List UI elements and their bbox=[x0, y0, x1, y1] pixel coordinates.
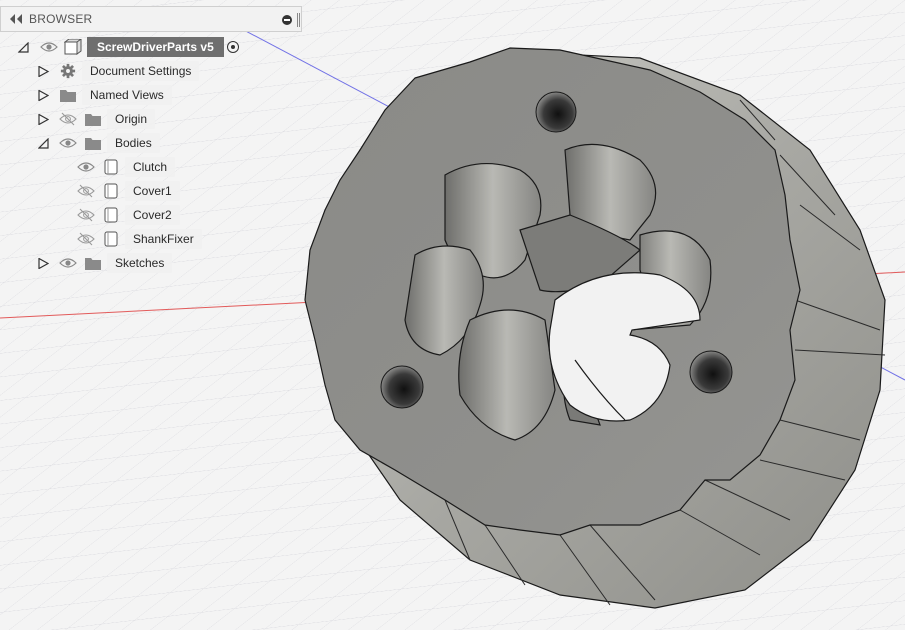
visible-eye-icon[interactable] bbox=[59, 256, 77, 270]
activate-radio-icon[interactable] bbox=[227, 41, 239, 53]
body-icon bbox=[104, 231, 118, 247]
collapsed-triangle-icon[interactable] bbox=[38, 114, 49, 125]
collapse-panel-icon[interactable] bbox=[9, 13, 23, 25]
hidden-eye-icon[interactable] bbox=[77, 208, 95, 222]
folder-icon bbox=[85, 258, 101, 270]
visible-eye-icon[interactable] bbox=[77, 160, 95, 174]
hidden-eye-icon[interactable] bbox=[77, 184, 95, 198]
folder-icon bbox=[85, 114, 101, 126]
tree-item-body-shankfixer[interactable]: ShankFixer bbox=[0, 228, 300, 250]
body-icon bbox=[104, 207, 118, 223]
body-icon bbox=[104, 183, 118, 199]
tree-item-label[interactable]: Sketches bbox=[107, 253, 173, 273]
hidden-eye-icon[interactable] bbox=[59, 112, 77, 126]
tree-item-label[interactable]: Bodies bbox=[107, 133, 160, 153]
expanded-triangle-icon[interactable] bbox=[38, 138, 49, 149]
tree-item-label[interactable]: Document Settings bbox=[82, 61, 200, 81]
tree-root-row[interactable]: ScrewDriverParts v5 bbox=[0, 36, 300, 58]
visible-eye-icon[interactable] bbox=[59, 136, 77, 150]
folder-icon bbox=[60, 90, 76, 102]
panel-grip-icon[interactable] bbox=[297, 13, 300, 27]
tree-item-sketches[interactable]: Sketches bbox=[0, 252, 300, 274]
tree-item-body-cover1[interactable]: Cover1 bbox=[0, 180, 300, 202]
collapsed-triangle-icon[interactable] bbox=[38, 66, 49, 77]
gear-icon bbox=[60, 63, 76, 79]
mounting-hole-top bbox=[535, 91, 577, 133]
tree-item-label[interactable]: Cover2 bbox=[125, 205, 180, 225]
tree-item-origin[interactable]: Origin bbox=[0, 108, 300, 130]
folder-icon bbox=[85, 138, 101, 150]
tree-item-label[interactable]: Cover1 bbox=[125, 181, 180, 201]
tree-item-document-settings[interactable]: Document Settings bbox=[0, 60, 300, 82]
body-icon bbox=[104, 159, 118, 175]
browser-header: BROWSER bbox=[0, 6, 302, 32]
root-label[interactable]: ScrewDriverParts v5 bbox=[87, 37, 224, 57]
tree-item-bodies[interactable]: Bodies bbox=[0, 132, 300, 154]
tree-item-named-views[interactable]: Named Views bbox=[0, 84, 300, 106]
tree-item-label[interactable]: Origin bbox=[107, 109, 156, 129]
tree-item-label[interactable]: Named Views bbox=[82, 85, 172, 105]
tree-item-body-clutch[interactable]: Clutch bbox=[0, 156, 300, 178]
expanded-triangle-icon[interactable] bbox=[18, 42, 29, 53]
collapsed-triangle-icon[interactable] bbox=[38, 90, 49, 101]
tree-item-label[interactable]: ShankFixer bbox=[125, 229, 202, 249]
mounting-hole-left bbox=[380, 365, 424, 409]
tree-item-body-cover2[interactable]: Cover2 bbox=[0, 204, 300, 226]
minimize-panel-icon[interactable] bbox=[282, 15, 292, 25]
component-icon bbox=[64, 39, 82, 55]
tree-item-label[interactable]: Clutch bbox=[125, 157, 176, 177]
hidden-eye-icon[interactable] bbox=[77, 232, 95, 246]
mounting-hole-right bbox=[689, 350, 733, 394]
visible-eye-icon[interactable] bbox=[40, 40, 58, 54]
collapsed-triangle-icon[interactable] bbox=[38, 258, 49, 269]
browser-title: BROWSER bbox=[29, 12, 93, 26]
